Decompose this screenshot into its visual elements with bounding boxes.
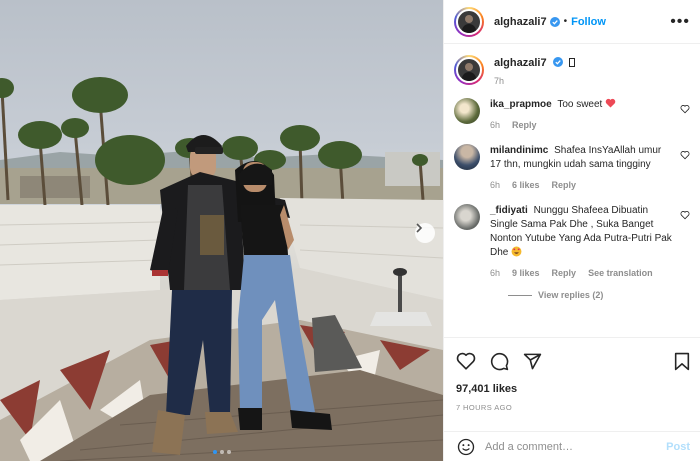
post-caption: alghazali7 7h	[454, 55, 690, 86]
comment-username[interactable]: milandinimc	[490, 145, 548, 156]
carousel-dot	[212, 450, 217, 454]
post-comment-button[interactable]: Post	[666, 441, 690, 453]
add-comment-bar: Post	[444, 431, 700, 461]
verified-badge-icon	[549, 16, 560, 27]
comment-time[interactable]: 6h	[490, 118, 500, 132]
view-replies-link[interactable]: View replies (2)	[508, 290, 690, 300]
comment-likes[interactable]: 6 likes	[512, 178, 540, 192]
author-avatar[interactable]	[454, 6, 484, 37]
heart-eyes-emoji-icon	[511, 246, 522, 257]
comment-likes[interactable]: 9 likes	[512, 266, 540, 280]
paper-plane-icon[interactable]	[523, 352, 542, 371]
see-translation-link[interactable]: See translation	[588, 266, 653, 280]
comment-bubble-icon[interactable]	[490, 352, 509, 371]
comment-item: ika_prapmoe Too sweet 6h Reply	[454, 98, 690, 132]
comment-username[interactable]: _fidiyati	[490, 205, 528, 216]
post-actions: 97,401 likes 7 HOURS AGO	[444, 337, 700, 412]
comment-username[interactable]: ika_prapmoe	[490, 99, 552, 110]
reply-button[interactable]: Reply	[552, 178, 577, 192]
add-comment-input[interactable]	[485, 440, 667, 453]
next-image-button[interactable]	[415, 223, 435, 243]
commenter-avatar[interactable]	[454, 204, 480, 230]
comment-item: milandinimc Shafea InsYaAllah umur 17 th…	[454, 144, 690, 192]
more-options-button[interactable]: •••	[670, 13, 690, 29]
like-comment-heart-icon[interactable]	[680, 150, 690, 160]
comment-time[interactable]: 6h	[490, 266, 500, 280]
comment-item: _fidiyati Nunggu Shafeea Dibuatin Single…	[454, 204, 690, 280]
reply-button[interactable]: Reply	[552, 266, 577, 280]
caption-time[interactable]: 7h	[494, 76, 575, 86]
carousel-dot	[219, 450, 224, 454]
like-comment-heart-icon[interactable]	[680, 104, 690, 114]
post-header: alghazali7 • Follow •••	[444, 0, 700, 44]
verified-badge-icon	[552, 57, 563, 67]
chevron-right-icon	[416, 223, 423, 233]
caption-username[interactable]: alghazali7	[494, 57, 547, 69]
likes-count[interactable]: 97,401 likes	[456, 383, 690, 395]
carousel-dot	[226, 450, 231, 454]
unsupported-glyph-icon	[568, 58, 575, 67]
smiley-icon[interactable]	[457, 438, 475, 456]
posted-time[interactable]: 7 HOURS AGO	[456, 403, 690, 412]
post-photo[interactable]	[0, 0, 443, 461]
red-heart-emoji-icon	[605, 98, 616, 108]
photo-scene	[0, 77, 443, 461]
header-separator: •	[563, 16, 568, 27]
carousel-indicator	[0, 450, 443, 454]
follow-button[interactable]: Follow	[571, 16, 606, 28]
commenter-avatar[interactable]	[454, 98, 480, 124]
commenter-avatar[interactable]	[454, 144, 480, 170]
post-side-panel: alghazali7 • Follow ••• alghazali7 7h ik…	[443, 0, 700, 461]
comments-list[interactable]: alghazali7 7h ika_prapmoe Too sweet 6h R…	[444, 45, 700, 337]
comment-text: Too sweet	[557, 99, 603, 110]
caption-avatar[interactable]	[454, 55, 484, 85]
bookmark-icon[interactable]	[674, 352, 690, 371]
author-username[interactable]: alghazali7	[494, 16, 547, 28]
heart-icon[interactable]	[456, 352, 476, 370]
like-comment-heart-icon[interactable]	[680, 210, 690, 220]
reply-button[interactable]: Reply	[512, 118, 537, 132]
comment-time[interactable]: 6h	[490, 178, 500, 192]
